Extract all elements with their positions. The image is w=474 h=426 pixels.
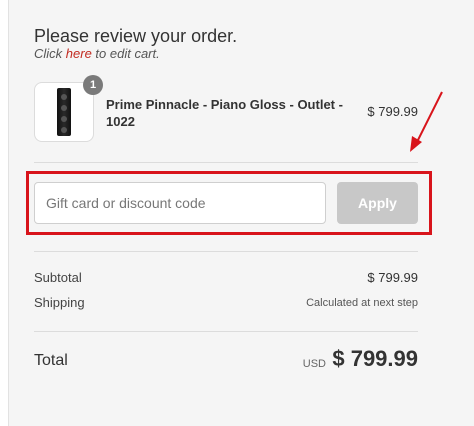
speaker-image — [57, 88, 71, 136]
subtotal-label: Subtotal — [34, 270, 82, 285]
shipping-label: Shipping — [34, 295, 85, 310]
edit-cart-hint: Click here to edit cart. — [34, 46, 160, 61]
cart-line-item: 1 Prime Pinnacle - Piano Gloss - Outlet … — [34, 75, 418, 144]
total-amount: $ 799.99 — [332, 346, 418, 371]
subtotal-value: $ 799.99 — [367, 270, 418, 285]
product-name: Prime Pinnacle - Piano Gloss - Outlet - … — [106, 97, 343, 129]
review-title: Please review your order. — [34, 26, 238, 46]
product-thumbnail: 1 — [34, 75, 103, 142]
edit-cart-link[interactable]: here — [66, 46, 92, 61]
divider — [34, 331, 418, 332]
left-frame-edge — [0, 0, 9, 426]
edit-cart-suffix: to edit cart. — [91, 46, 160, 61]
edit-cart-prefix: Click — [34, 46, 66, 61]
currency-code: USD — [302, 358, 326, 370]
shipping-value: Calculated at next step — [306, 297, 418, 309]
quantity-badge: 1 — [83, 75, 103, 95]
red-arrow-annotation — [410, 91, 443, 152]
apply-button[interactable]: Apply — [337, 182, 418, 224]
divider — [34, 162, 418, 163]
discount-code-input[interactable] — [34, 182, 326, 224]
total-row: Total USD $ 799.99 — [34, 346, 418, 376]
divider — [34, 251, 418, 252]
total-label: Total — [34, 352, 68, 369]
